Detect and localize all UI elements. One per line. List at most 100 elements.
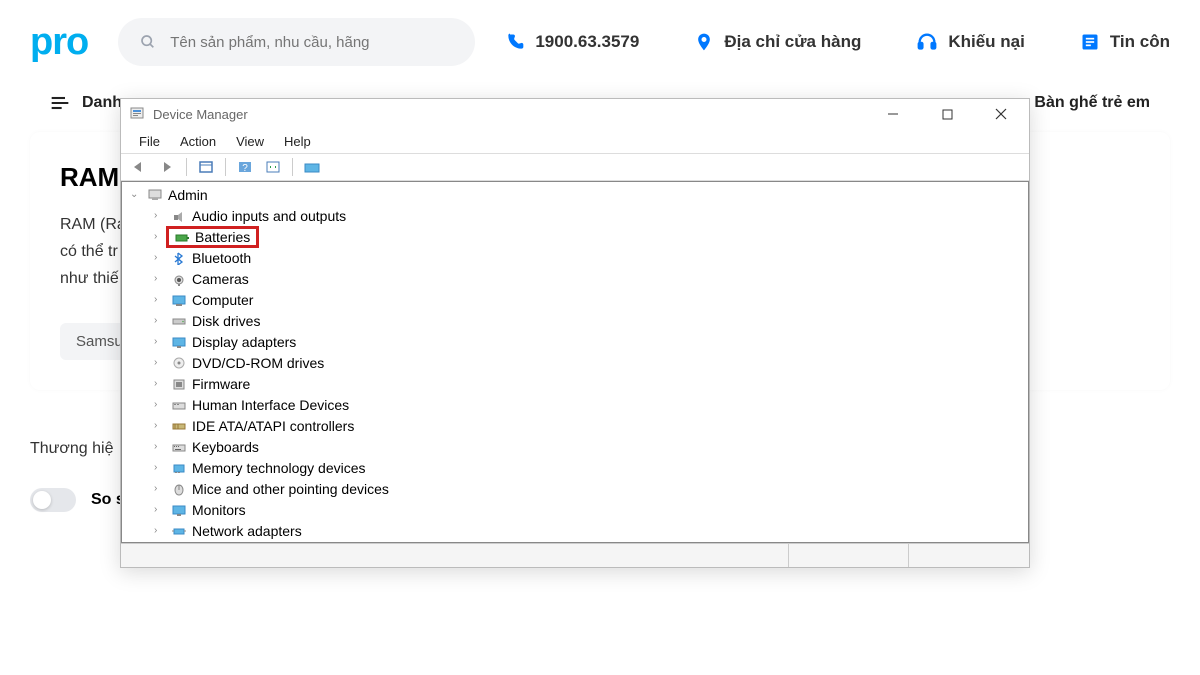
tree-item-label: Computer xyxy=(192,292,253,308)
device-icon xyxy=(170,481,188,497)
nav-address[interactable]: Địa chỉ cửa hàng xyxy=(694,31,861,53)
cat-danh-muc[interactable]: Danh xyxy=(82,94,122,112)
menu-file[interactable]: File xyxy=(129,132,170,151)
tree-item-label: Cameras xyxy=(192,271,249,287)
tree-item-batteries[interactable]: ›Batteries xyxy=(122,226,1028,247)
tree-item-label: Firmware xyxy=(192,376,250,392)
cat-right[interactable]: Bàn ghế trẻ em xyxy=(1034,94,1150,112)
expand-arrow-icon[interactable]: › xyxy=(154,336,168,347)
device-icon xyxy=(170,376,188,392)
site-header: pro 1900.63.3579 Địa chỉ cửa hàng Khiếu … xyxy=(0,0,1200,94)
expand-arrow-icon[interactable]: › xyxy=(154,399,168,410)
device-icon xyxy=(170,208,188,224)
expand-arrow-icon[interactable]: › xyxy=(154,357,168,368)
menu-help[interactable]: Help xyxy=(274,132,321,151)
device-icon xyxy=(170,460,188,476)
tree-frame: ⌄ Admin › Audio inputs and outputs ›Batter… xyxy=(121,181,1029,543)
tree-item-label: Audio inputs and outputs xyxy=(192,208,346,224)
device-icon xyxy=(170,355,188,371)
tree-item-display-adapters[interactable]: › Display adapters xyxy=(122,331,1028,352)
expand-arrow-icon[interactable]: › xyxy=(154,525,168,536)
titlebar[interactable]: Device Manager xyxy=(121,99,1029,129)
tree-item-label: IDE ATA/ATAPI controllers xyxy=(192,418,354,434)
nav-phone[interactable]: 1900.63.3579 xyxy=(505,32,639,52)
expand-arrow-icon[interactable]: › xyxy=(154,315,168,326)
menu-view[interactable]: View xyxy=(226,132,274,151)
computer-icon xyxy=(146,187,164,203)
nav-news[interactable]: Tin côn xyxy=(1080,32,1170,52)
forward-button[interactable] xyxy=(155,156,179,178)
tree-item-ide-ata-atapi-controllers[interactable]: › IDE ATA/ATAPI controllers xyxy=(122,415,1028,436)
tree-item-monitors[interactable]: › Monitors xyxy=(122,499,1028,520)
expand-arrow-icon[interactable]: › xyxy=(154,378,168,389)
minimize-button[interactable] xyxy=(873,100,913,128)
expand-arrow-icon[interactable]: › xyxy=(154,420,168,431)
svg-text:?: ? xyxy=(242,163,248,174)
tree-item-memory-technology-devices[interactable]: › Memory technology devices xyxy=(122,457,1028,478)
tree-item-mice-and-other-pointing-devices[interactable]: › Mice and other pointing devices xyxy=(122,478,1028,499)
tree-item-firmware[interactable]: › Firmware xyxy=(122,373,1028,394)
news-icon xyxy=(1080,32,1100,52)
tree-item-label: Memory technology devices xyxy=(192,460,366,476)
tree-item-label: Monitors xyxy=(192,502,246,518)
device-icon xyxy=(170,292,188,308)
tree-item-label: Display adapters xyxy=(192,334,296,350)
menu-action[interactable]: Action xyxy=(170,132,226,151)
nav-address-label: Địa chỉ cửa hàng xyxy=(724,32,861,52)
device-tree[interactable]: ⌄ Admin › Audio inputs and outputs ›Batter… xyxy=(122,182,1028,542)
site-logo: pro xyxy=(30,21,88,64)
enable-button[interactable] xyxy=(300,156,324,178)
tree-item-computer[interactable]: › Computer xyxy=(122,289,1028,310)
tree-item-cameras[interactable]: › Cameras xyxy=(122,268,1028,289)
search-input[interactable] xyxy=(170,34,453,51)
expand-arrow-icon[interactable]: › xyxy=(154,441,168,452)
search-icon xyxy=(140,34,156,50)
tree-item-dvd-cd-rom-drives[interactable]: ›DVD/CD-ROM drives xyxy=(122,352,1028,373)
tree-item-human-interface-devices[interactable]: › Human Interface Devices xyxy=(122,394,1028,415)
device-icon xyxy=(170,418,188,434)
nav-phone-label: 1900.63.3579 xyxy=(535,32,639,52)
search-box[interactable] xyxy=(118,18,475,66)
close-button[interactable] xyxy=(981,100,1021,128)
show-hidden-button[interactable] xyxy=(194,156,218,178)
tree-item-label: Keyboards xyxy=(192,439,259,455)
expand-arrow-icon[interactable]: › xyxy=(154,273,168,284)
statusbar xyxy=(121,543,1029,567)
help-button[interactable]: ? xyxy=(233,156,257,178)
tree-item-label: Mice and other pointing devices xyxy=(192,481,389,497)
collapse-arrow-icon[interactable]: ⌄ xyxy=(130,189,144,200)
nav-complaint[interactable]: Khiếu nại xyxy=(916,31,1025,53)
expand-arrow-icon[interactable]: › xyxy=(154,483,168,494)
tree-item-label: Network adapters xyxy=(192,523,302,539)
nav-links: 1900.63.3579 Địa chỉ cửa hàng Khiếu nại … xyxy=(505,31,1170,53)
device-icon xyxy=(170,397,188,413)
expand-arrow-icon[interactable]: › xyxy=(154,462,168,473)
tree-root[interactable]: ⌄ Admin xyxy=(122,184,1028,205)
tree-item-bluetooth[interactable]: › Bluetooth xyxy=(122,247,1028,268)
compare-toggle[interactable] xyxy=(30,488,76,512)
device-icon xyxy=(170,439,188,455)
device-icon xyxy=(173,229,191,245)
device-icon xyxy=(170,271,188,287)
expand-arrow-icon[interactable]: › xyxy=(154,504,168,515)
tree-item-label: Disk drives xyxy=(192,313,260,329)
tree-item-network-adapters[interactable]: › Network adapters xyxy=(122,520,1028,541)
tree-item-audio-inputs-and-outputs[interactable]: › Audio inputs and outputs xyxy=(122,205,1028,226)
window-controls xyxy=(873,100,1021,128)
back-button[interactable] xyxy=(127,156,151,178)
expand-arrow-icon[interactable]: › xyxy=(154,294,168,305)
tree-item-label: Bluetooth xyxy=(192,250,251,266)
tree-item-disk-drives[interactable]: › Disk drives xyxy=(122,310,1028,331)
menu-icon[interactable] xyxy=(50,95,70,111)
expand-arrow-icon[interactable]: › xyxy=(154,252,168,263)
expand-arrow-icon[interactable]: › xyxy=(154,210,168,221)
device-icon xyxy=(170,250,188,266)
toolbar: ? xyxy=(121,153,1029,181)
device-icon xyxy=(170,313,188,329)
device-manager-window: Device Manager File Action View Help ? xyxy=(120,98,1030,568)
tree-item-label: Human Interface Devices xyxy=(192,397,349,413)
scan-button[interactable] xyxy=(261,156,285,178)
tree-item-keyboards[interactable]: › Keyboards xyxy=(122,436,1028,457)
maximize-button[interactable] xyxy=(927,100,967,128)
device-icon xyxy=(170,502,188,518)
